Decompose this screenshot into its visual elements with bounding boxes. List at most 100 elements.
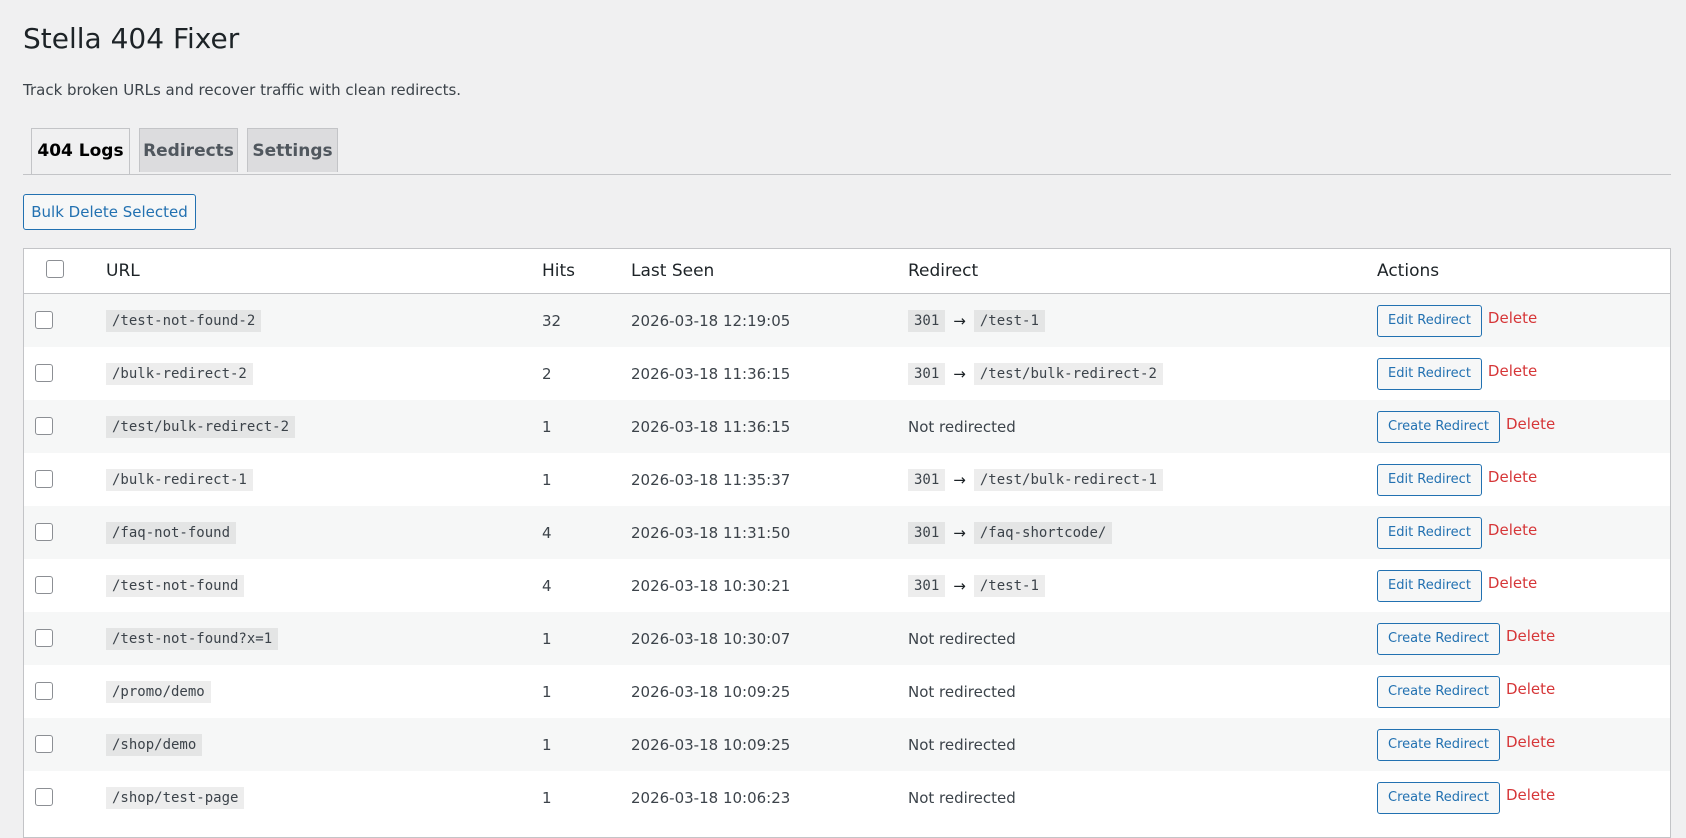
url-value: /test-not-found-2 xyxy=(106,309,262,332)
url-cell: /bulk-redirect-2 xyxy=(106,347,253,400)
row-checkbox[interactable] xyxy=(35,735,53,753)
delete-link[interactable]: Delete xyxy=(1488,468,1537,486)
redirect-target: /test/bulk-redirect-1 xyxy=(973,468,1163,491)
redirect-status: Not redirected xyxy=(908,682,1016,701)
url-value: /test/bulk-redirect-2 xyxy=(106,415,296,438)
url-value: /faq-not-found xyxy=(106,521,237,544)
create-redirect-button[interactable]: Create Redirect xyxy=(1377,728,1500,761)
column-header-url[interactable]: URL xyxy=(106,249,140,294)
redirect-cell: 301 → /test-1 xyxy=(908,559,1045,612)
redirect-cell: 301 → /test/bulk-redirect-2 xyxy=(908,347,1163,400)
delete-link[interactable]: Delete xyxy=(1506,786,1555,804)
url-cell: /test/bulk-redirect-2 xyxy=(106,400,296,453)
delete-link[interactable]: Delete xyxy=(1506,733,1555,751)
url-value: /test-not-found xyxy=(106,574,245,597)
delete-link[interactable]: Delete xyxy=(1488,309,1537,327)
actions-cell: Edit Redirect Delete xyxy=(1377,294,1537,347)
edit-redirect-button[interactable]: Edit Redirect xyxy=(1377,304,1482,337)
redirect-status: Not redirected xyxy=(908,735,1016,754)
row-checkbox[interactable] xyxy=(35,311,53,329)
redirect-code: 301 xyxy=(908,362,946,385)
page-description: Track broken URLs and recover traffic wi… xyxy=(23,81,462,99)
row-checkbox[interactable] xyxy=(35,629,53,647)
actions-cell: Create Redirect Delete xyxy=(1377,718,1555,771)
arrow-icon: → xyxy=(953,311,966,330)
delete-link[interactable]: Delete xyxy=(1506,680,1555,698)
redirect-status: Not redirected xyxy=(908,788,1016,807)
row-checkbox[interactable] xyxy=(35,417,53,435)
column-header-actions: Actions xyxy=(1377,261,1440,281)
create-redirect-button[interactable]: Create Redirect xyxy=(1377,622,1500,655)
url-cell: /promo/demo xyxy=(106,665,211,718)
last-seen-value: 2026-03-18 11:36:15 xyxy=(631,417,791,436)
tab-redirects[interactable]: Redirects xyxy=(139,128,238,172)
row-checkbox[interactable] xyxy=(35,682,53,700)
url-value: /bulk-redirect-1 xyxy=(106,468,253,491)
redirect-code: 301 xyxy=(908,468,946,491)
hits-value: 32 xyxy=(542,311,562,330)
url-value: /shop/test-page xyxy=(106,786,245,809)
actions-cell: Create Redirect Delete xyxy=(1377,612,1555,665)
tab-settings[interactable]: Settings xyxy=(247,128,338,172)
hits-value: 1 xyxy=(542,735,552,754)
edit-redirect-button[interactable]: Edit Redirect xyxy=(1377,569,1482,602)
tab-404-logs[interactable]: 404 Logs xyxy=(31,128,130,174)
redirect-target: /test/bulk-redirect-2 xyxy=(973,362,1163,385)
last-seen-value: 2026-03-18 10:30:07 xyxy=(631,629,791,648)
table-row: /promo/demo 1 2026-03-18 10:09:25 Not redir… xyxy=(24,665,1670,718)
arrow-icon: → xyxy=(953,364,966,383)
edit-redirect-button[interactable]: Edit Redirect xyxy=(1377,516,1482,549)
redirect-code: 301 xyxy=(908,309,946,332)
edit-redirect-button[interactable]: Edit Redirect xyxy=(1377,357,1482,390)
bulk-delete-button[interactable]: Bulk Delete Selected xyxy=(23,194,196,230)
row-checkbox[interactable] xyxy=(35,788,53,806)
redirect-cell: 301 → /faq-shortcode/ xyxy=(908,506,1113,559)
table-row: /shop/demo 1 2026-03-18 10:09:25 Not redire… xyxy=(24,718,1670,771)
delete-link[interactable]: Delete xyxy=(1488,574,1537,592)
last-seen-value: 2026-03-18 10:30:21 xyxy=(631,576,791,595)
url-cell: /test-not-found xyxy=(106,559,245,612)
url-cell: /shop/demo xyxy=(106,718,203,771)
url-value: /shop/demo xyxy=(106,733,203,756)
delete-link[interactable]: Delete xyxy=(1488,362,1537,380)
column-header-last-seen[interactable]: Last Seen xyxy=(631,249,714,294)
hits-value: 1 xyxy=(542,470,552,489)
arrow-icon: → xyxy=(953,523,966,542)
delete-link[interactable]: Delete xyxy=(1488,521,1537,539)
table-header: URL Hits Last Seen Redirect Actions xyxy=(24,249,1670,294)
hits-value: 1 xyxy=(542,682,552,701)
row-checkbox[interactable] xyxy=(35,576,53,594)
table-row: /bulk-redirect-2 2 2026-03-18 11:36:15 301 →… xyxy=(24,347,1670,400)
actions-cell: Create Redirect Delete xyxy=(1377,400,1555,453)
redirect-code: 301 xyxy=(908,574,946,597)
create-redirect-button[interactable]: Create Redirect xyxy=(1377,781,1500,814)
row-checkbox[interactable] xyxy=(35,470,53,488)
row-checkbox[interactable] xyxy=(35,523,53,541)
row-checkbox[interactable] xyxy=(35,364,53,382)
actions-cell: Edit Redirect Delete xyxy=(1377,559,1537,612)
url-cell: /test-not-found?x=1 xyxy=(106,612,279,665)
page-title: Stella 404 Fixer xyxy=(23,22,240,55)
redirect-cell: 301 → /test-1 xyxy=(908,294,1045,347)
column-header-hits[interactable]: Hits xyxy=(542,249,575,294)
create-redirect-button[interactable]: Create Redirect xyxy=(1377,675,1500,708)
last-seen-value: 2026-03-18 10:09:25 xyxy=(631,735,791,754)
arrow-icon: → xyxy=(953,470,966,489)
delete-link[interactable]: Delete xyxy=(1506,627,1555,645)
table-row: /test-not-found 4 2026-03-18 10:30:21 301 → /… xyxy=(24,559,1670,612)
delete-link[interactable]: Delete xyxy=(1506,415,1555,433)
logs-table: URL Hits Last Seen Redirect Actions /tes… xyxy=(23,248,1671,838)
arrow-icon: → xyxy=(953,576,966,595)
redirect-cell: Not redirected xyxy=(908,612,1016,665)
last-seen-value: 2026-03-18 12:19:05 xyxy=(631,311,791,330)
actions-cell: Create Redirect Delete xyxy=(1377,771,1555,824)
table-row: /test/bulk-redirect-2 1 2026-03-18 11:36:1… xyxy=(24,400,1670,453)
table-row: /bulk-redirect-1 1 2026-03-18 11:35:37 301 →… xyxy=(24,453,1670,506)
last-seen-value: 2026-03-18 10:06:23 xyxy=(631,788,791,807)
select-all-checkbox[interactable] xyxy=(46,260,64,278)
url-cell: /faq-not-found xyxy=(106,506,237,559)
edit-redirect-button[interactable]: Edit Redirect xyxy=(1377,463,1482,496)
create-redirect-button[interactable]: Create Redirect xyxy=(1377,410,1500,443)
last-seen-value: 2026-03-18 10:09:25 xyxy=(631,682,791,701)
last-seen-value: 2026-03-18 11:36:15 xyxy=(631,364,791,383)
